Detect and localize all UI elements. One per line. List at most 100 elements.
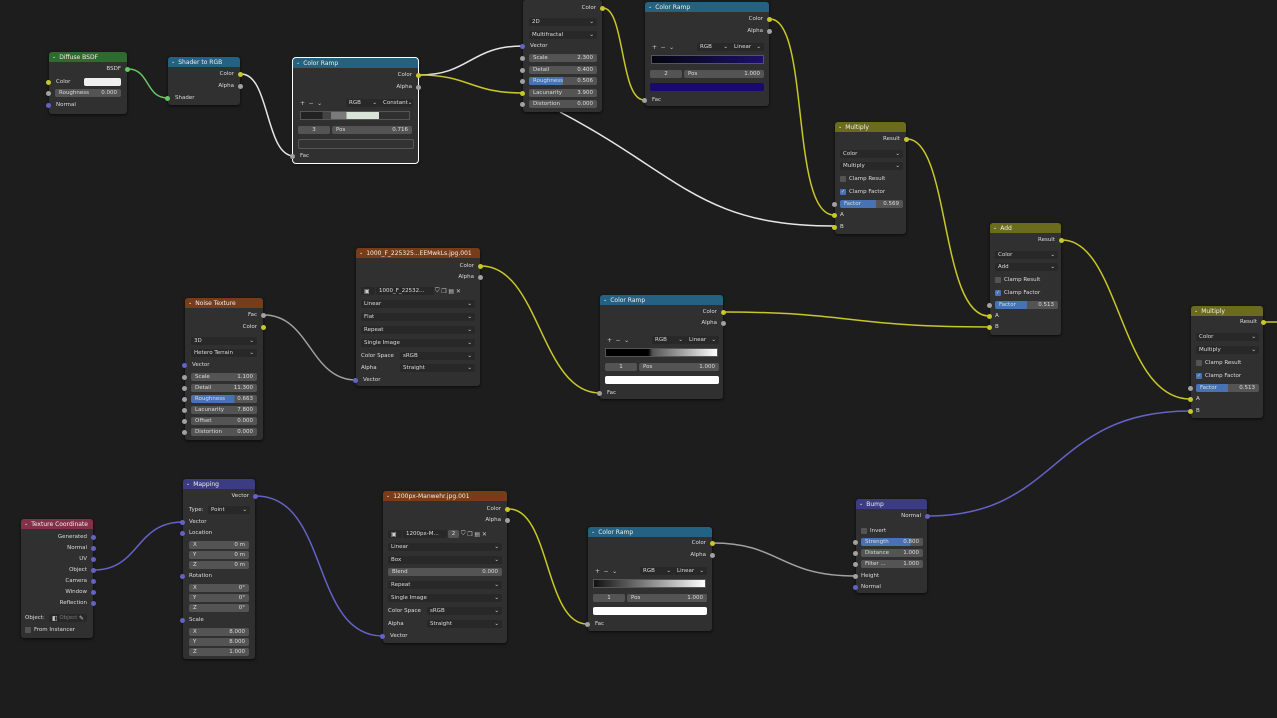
socket-out[interactable] <box>710 541 715 546</box>
socket-out[interactable] <box>238 72 243 77</box>
factor-field[interactable]: Factor 0.513 <box>1196 384 1259 392</box>
socket-in[interactable] <box>520 44 525 49</box>
ramp-interp-select[interactable]: Linear ⌄ <box>686 336 719 344</box>
socket-in[interactable] <box>642 98 647 103</box>
socket-out[interactable] <box>505 507 510 512</box>
blend-mode-select[interactable]: Multiply ⌄ <box>1196 346 1259 354</box>
ramp-stop-color[interactable] <box>650 83 764 91</box>
node-header[interactable]: ⌄ 1200px-Manwehr.jpg.001 <box>383 491 507 501</box>
socket-in[interactable] <box>520 102 525 107</box>
socket-in[interactable] <box>987 303 992 308</box>
bump-node[interactable]: ⌄ Bump Normal Invert Strength 0.800 Distan… <box>853 499 930 593</box>
socket-out[interactable] <box>710 553 715 558</box>
mapping-node[interactable]: ⌄ Mapping Vector Type: Point ⌄ Vector Loca… <box>180 479 258 659</box>
socket-out[interactable] <box>91 568 96 573</box>
node-header[interactable]: ⌄ Color Ramp <box>645 2 769 12</box>
data-type-select[interactable]: Color ⌄ <box>995 251 1058 259</box>
detail-field[interactable]: Detail 0.400 <box>529 66 597 74</box>
node-header[interactable]: ⌄ Noise Texture <box>185 298 263 308</box>
clamp-factor-checkbox[interactable]: ✓ Clamp Factor <box>995 288 1040 298</box>
node-header[interactable]: ⌄ Bump <box>856 499 927 509</box>
socket-out[interactable] <box>91 579 96 584</box>
invert-checkbox[interactable]: Invert <box>861 526 886 536</box>
extension-select[interactable]: Repeat ⌄ <box>361 326 475 334</box>
clamp-result-checkbox[interactable]: Clamp Result <box>1196 358 1241 368</box>
socket-in[interactable] <box>180 520 185 525</box>
ramp-interp-select[interactable]: Constant ⌄ <box>380 99 413 107</box>
ramp-index-field[interactable]: 2 <box>650 70 682 78</box>
alpha-select[interactable]: Straight ⌄ <box>427 620 502 628</box>
close-icon[interactable]: ✕ <box>456 288 461 295</box>
image-name-field[interactable]: 1200px-M... <box>403 530 447 538</box>
node-header[interactable]: ⌄ Shader to RGB <box>168 57 240 67</box>
rotation-x-field[interactable]: X 0° <box>189 584 249 592</box>
mix-multiply-node-1[interactable]: ⌄ Multiply Result Color ⌄ Multiply ⌄ Clamp … <box>832 122 909 234</box>
socket-out[interactable] <box>91 590 96 595</box>
eyedropper-icon[interactable]: ✎ <box>79 615 84 622</box>
socket-in[interactable] <box>182 430 187 435</box>
socket-out[interactable] <box>261 313 266 318</box>
collapse-icon[interactable]: ⌄ <box>386 493 390 499</box>
socket-in[interactable] <box>585 622 590 627</box>
rotation-z-field[interactable]: Z 0° <box>189 604 249 612</box>
scale-field[interactable]: Scale 1.100 <box>191 373 257 381</box>
image-name-field[interactable]: 1000_F_22532... <box>376 287 434 295</box>
image-texture-node-2[interactable]: ⌄ 1200px-Manwehr.jpg.001 Color Alpha ▣ 12… <box>380 491 510 643</box>
socket-in[interactable] <box>520 56 525 61</box>
folder-icon[interactable]: ▤ <box>474 531 480 538</box>
collapse-icon[interactable]: ⌄ <box>171 59 175 65</box>
musgrave-texture-node[interactable]: Color 2D ⌄ Multifractal ⌄ Vector Scale 2.30… <box>520 0 605 112</box>
projection-select[interactable]: Box ⌄ <box>388 556 502 564</box>
collapse-icon[interactable]: ⌄ <box>603 297 607 303</box>
socket-out[interactable] <box>91 557 96 562</box>
socket-out[interactable] <box>478 264 483 269</box>
ramp-index-field[interactable]: 1 <box>593 594 625 602</box>
socket-out[interactable] <box>91 535 96 540</box>
color-ramp-node-4[interactable]: ⌄ Color Ramp Color Alpha + − ⌄ RGB ⌄ Linea… <box>585 527 715 631</box>
socket-in[interactable] <box>853 562 858 567</box>
ramp-pos-field[interactable]: Pos 1.000 <box>639 363 719 371</box>
clamp-result-checkbox[interactable]: Clamp Result <box>995 275 1040 285</box>
socket-in[interactable] <box>1188 409 1193 414</box>
socket-out[interactable] <box>253 494 258 499</box>
socket-in[interactable] <box>987 325 992 330</box>
color-space-select[interactable]: sRGB ⌄ <box>427 607 502 615</box>
collapse-icon[interactable]: ⌄ <box>359 250 363 256</box>
duplicate-icon[interactable]: ❐ <box>441 288 446 295</box>
socket-out[interactable] <box>1059 238 1064 243</box>
socket-in[interactable] <box>182 363 187 368</box>
socket-in[interactable] <box>853 585 858 590</box>
socket-out[interactable] <box>238 84 243 89</box>
ramp-pos-field[interactable]: Pos 1.000 <box>627 594 707 602</box>
noise-texture-node[interactable]: ⌄ Noise Texture Fac Color 3D ⌄ Hetero Terr… <box>182 298 266 440</box>
dimension-select[interactable]: 3D ⌄ <box>191 337 257 345</box>
collapse-icon[interactable]: ⌄ <box>24 521 28 527</box>
ramp-stop-color[interactable] <box>605 376 719 384</box>
collapse-icon[interactable]: ⌄ <box>296 60 300 66</box>
socket-out[interactable] <box>767 29 772 34</box>
ramp-pos-field[interactable]: Pos 0.716 <box>332 126 412 134</box>
node-header[interactable]: ⌄ 1000_F_225325...EEMwkLs.jpg.001 <box>356 248 480 258</box>
socket-out[interactable] <box>600 6 605 11</box>
source-select[interactable]: Single Image ⌄ <box>388 594 502 602</box>
mix-add-node[interactable]: ⌄ Add Result Color ⌄ Add ⌄ Clamp Result ✓ Cl… <box>987 223 1064 335</box>
add-icon[interactable]: + <box>607 337 612 344</box>
color-ramp-gradient[interactable] <box>300 111 410 120</box>
socket-out[interactable] <box>767 17 772 22</box>
color-ramp-gradient[interactable] <box>593 579 706 588</box>
source-select[interactable]: Single Image ⌄ <box>361 339 475 347</box>
chevron-down-icon[interactable]: ⌄ <box>624 337 629 344</box>
socket-in[interactable] <box>1188 386 1193 391</box>
clamp-factor-checkbox[interactable]: ✓ Clamp Factor <box>840 187 885 197</box>
socket-in[interactable] <box>182 419 187 424</box>
image-users-count[interactable]: 2 <box>448 530 459 538</box>
collapse-icon[interactable]: ⌄ <box>859 501 863 507</box>
socket-out[interactable] <box>91 546 96 551</box>
node-header[interactable]: ⌄ Color Ramp <box>600 295 723 305</box>
factor-field[interactable]: Factor 0.569 <box>840 200 903 208</box>
socket-in[interactable] <box>520 79 525 84</box>
socket-in[interactable] <box>46 91 51 96</box>
socket-in[interactable] <box>290 154 295 159</box>
clamp-result-checkbox[interactable]: Clamp Result <box>840 174 885 184</box>
alpha-select[interactable]: Straight ⌄ <box>400 364 475 372</box>
